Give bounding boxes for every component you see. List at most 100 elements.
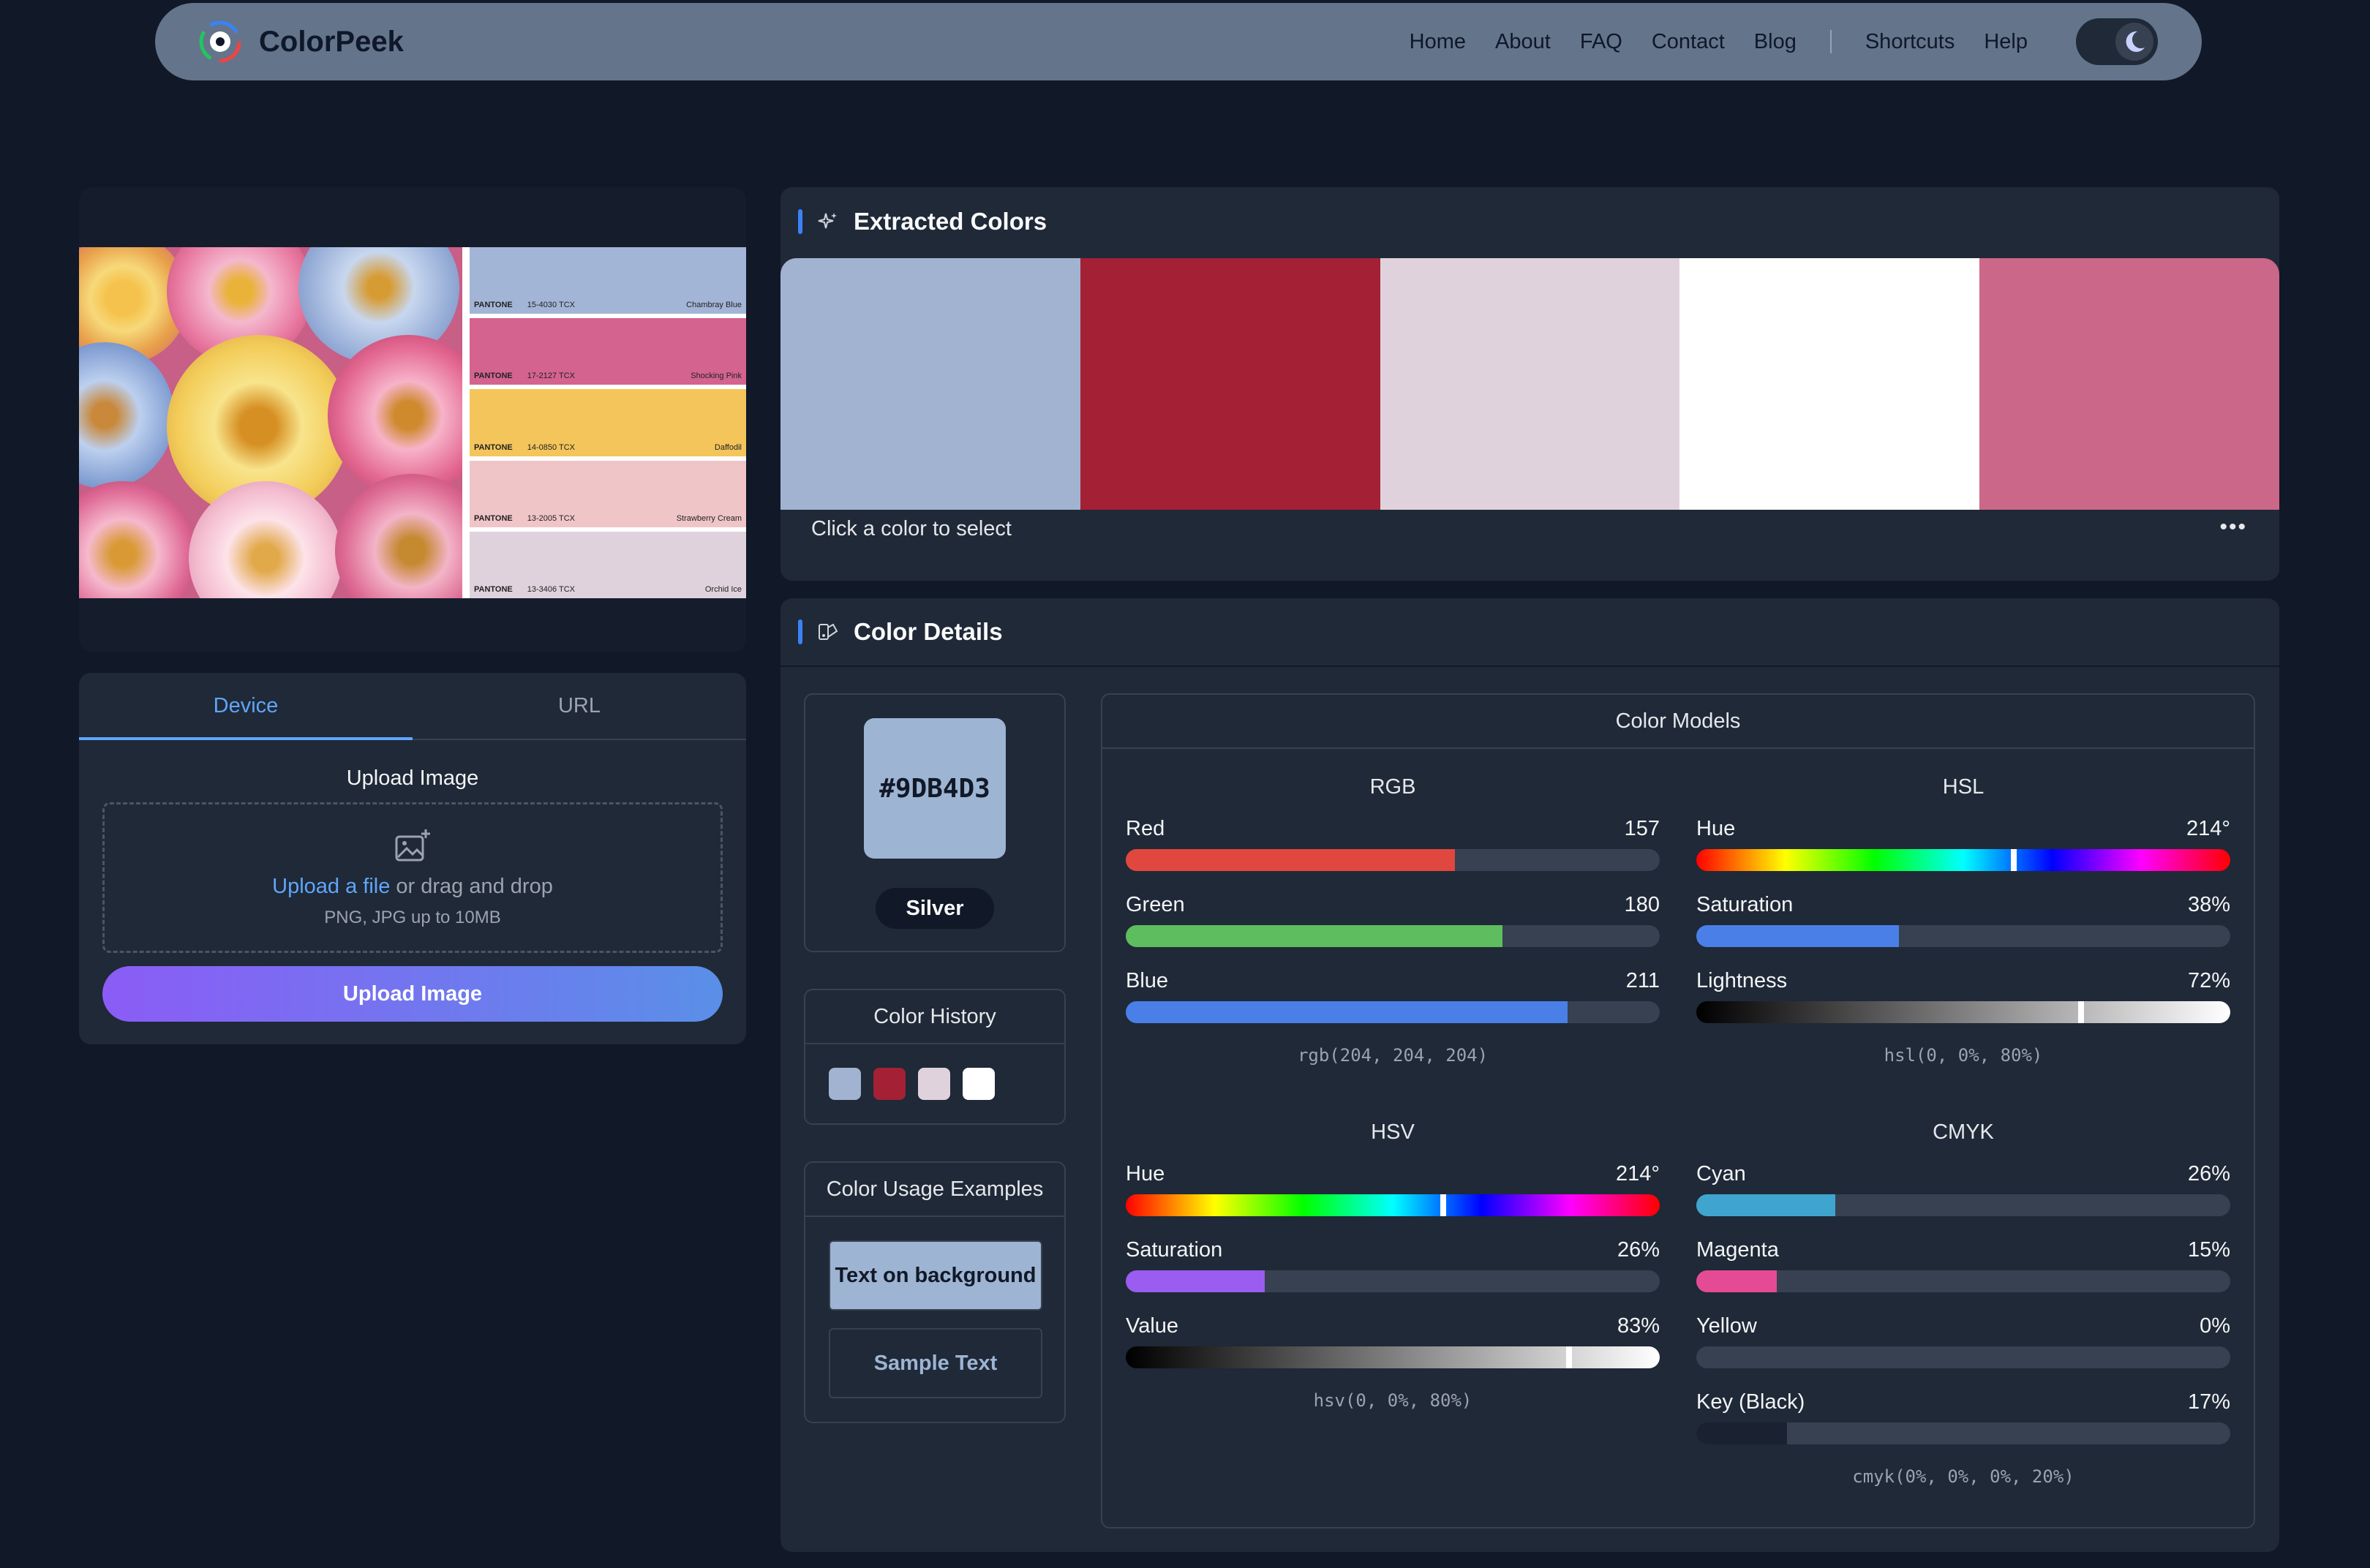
cmyk-model: CMYK Cyan 26% Magenta 15% Yellow 0% Key …	[1696, 1120, 2230, 1487]
rgb-title: RGB	[1369, 775, 1416, 799]
nav-shortcuts[interactable]: Shortcuts	[1865, 30, 1955, 54]
color-models-card: Color Models RGB Red 157 Green 180 Blue …	[1101, 693, 2255, 1529]
accent-bar	[798, 619, 802, 644]
history-swatch[interactable]	[829, 1068, 861, 1100]
hsv-saturation-bar: Saturation 26%	[1126, 1238, 1660, 1314]
palette-icon	[819, 623, 838, 640]
hsv-code[interactable]: hsv(0, 0%, 80%)	[1126, 1390, 1660, 1411]
cyan-fill	[1696, 1194, 1835, 1216]
extracted-header: Extracted Colors	[780, 187, 2279, 256]
pantone-chip: PANTONE 14-0850 TCX Daffodil	[470, 389, 746, 456]
hsl-code[interactable]: hsl(0, 0%, 80%)	[1696, 1045, 2230, 1066]
pantone-chip: PANTONE 15-4030 TCX Chambray Blue	[470, 247, 746, 314]
key-bar: Key (Black) 17%	[1696, 1390, 2230, 1466]
green-fill	[1126, 925, 1503, 947]
rgb-code[interactable]: rgb(204, 204, 204)	[1126, 1045, 1660, 1066]
color-history-card: Color History	[804, 989, 1066, 1125]
color-swatch[interactable]	[780, 258, 1080, 510]
tab-device[interactable]: Device	[79, 673, 413, 740]
pantone-name: Strawberry Cream	[676, 513, 742, 523]
history-list	[805, 1044, 1064, 1100]
blue-fill	[1126, 1001, 1568, 1023]
extracted-colors-card: Extracted Colors Click a color to select…	[780, 187, 2279, 581]
swatch-strip	[780, 258, 2279, 510]
yellow-bar: Yellow 0%	[1696, 1314, 2230, 1390]
value-marker[interactable]	[1565, 1346, 1572, 1368]
color-swatch[interactable]	[1979, 258, 2279, 510]
color-swatch[interactable]	[1080, 258, 1380, 510]
hue-marker[interactable]	[2010, 849, 2017, 871]
hsv-value-bar: Value 83%	[1126, 1314, 1660, 1390]
hsl-title: HSL	[1942, 775, 1985, 799]
accent-bar	[798, 209, 802, 234]
logo-icon	[199, 20, 241, 63]
pantone-code: PANTONE 13-2005 TCX	[474, 513, 575, 523]
color-swatch[interactable]	[1380, 258, 1680, 510]
lightness-marker[interactable]	[2077, 1001, 2084, 1023]
nav-links: Home About FAQ Contact Blog Shortcuts He…	[1380, 18, 2158, 65]
pantone-name: Orchid Ice	[704, 585, 742, 595]
nav-home[interactable]: Home	[1410, 30, 1466, 54]
hsv-hue-bar: Hue 214°	[1126, 1162, 1660, 1238]
red-bar: Red 157	[1126, 817, 1660, 893]
nav-contact[interactable]: Contact	[1652, 30, 1725, 54]
usage-title: Color Usage Examples	[805, 1163, 1064, 1217]
nav-divider	[1829, 30, 1832, 53]
hsl-hue-bar: Hue 214°	[1696, 817, 2230, 893]
nav-help[interactable]: Help	[1984, 30, 2028, 54]
upload-image-button[interactable]: Upload Image	[102, 966, 723, 1022]
hue-marker[interactable]	[1440, 1194, 1446, 1216]
pantone-chip: PANTONE 17-2127 TCX Shocking Pink	[470, 318, 746, 385]
hsv-title: HSV	[1371, 1120, 1415, 1144]
selected-swatch[interactable]: #9DB4D3	[864, 718, 1006, 859]
pantone-code: PANTONE 15-4030 TCX	[474, 301, 575, 310]
image-add-icon	[395, 829, 430, 861]
details-header: Color Details	[780, 598, 2279, 667]
pantone-chip: PANTONE 13-3406 TCX Orchid Ice	[470, 531, 746, 599]
hsv-model: HSV Hue 214° Saturation 26% Value 83% hs…	[1126, 1120, 1660, 1411]
history-swatch[interactable]	[873, 1068, 906, 1100]
nav-faq[interactable]: FAQ	[1580, 30, 1622, 54]
cyan-bar: Cyan 26%	[1696, 1162, 2230, 1238]
nav-about[interactable]: About	[1495, 30, 1551, 54]
color-swatch[interactable]	[1679, 258, 1980, 510]
image-preview-panel: PANTONE 15-4030 TCX Chambray Blue PANTONE…	[79, 187, 746, 652]
hsl-saturation-bar: Saturation 38%	[1696, 893, 2230, 969]
pantone-code: PANTONE 17-2127 TCX	[474, 372, 575, 381]
upload-label: Upload Image	[346, 766, 479, 790]
pantone-code: PANTONE 14-0850 TCX	[474, 442, 575, 452]
selected-color-card: #9DB4D3 Silver	[804, 693, 1066, 952]
pantone-name: Chambray Blue	[686, 301, 742, 310]
red-fill	[1126, 849, 1455, 871]
color-details-card: Color Details #9DB4D3 Silver Color Histo…	[780, 598, 2279, 1552]
sparkles-icon	[818, 213, 837, 229]
dropzone[interactable]: Upload a file or drag and drop PNG, JPG …	[102, 802, 723, 953]
pantone-code: PANTONE 13-3406 TCX	[474, 585, 575, 595]
select-hint: Click a color to select	[811, 517, 1012, 540]
more-options-icon[interactable]: •••	[2219, 515, 2247, 540]
pantone-name: Daffodil	[714, 442, 742, 452]
hsl-model: HSL Hue 214° Saturation 38% Lightness 72…	[1696, 775, 2230, 1066]
navbar: ColorPeek Home About FAQ Contact Blog Sh…	[155, 3, 2202, 80]
history-title: Color History	[805, 990, 1064, 1044]
color-name-badge: Silver	[876, 888, 994, 929]
tab-url[interactable]: URL	[413, 673, 746, 739]
history-swatch[interactable]	[918, 1068, 950, 1100]
upload-panel: Device URL Upload Image Upload a file or…	[79, 673, 746, 1044]
details-title: Color Details	[854, 618, 1003, 645]
pantone-palette: PANTONE 15-4030 TCX Chambray Blue PANTONE…	[462, 247, 746, 599]
saturation-fill	[1696, 925, 1900, 947]
upload-file-link[interactable]: Upload a file	[272, 875, 390, 898]
blue-bar: Blue 211	[1126, 969, 1660, 1045]
magenta-fill	[1696, 1270, 1777, 1292]
history-swatch[interactable]	[963, 1068, 995, 1100]
usage-background-example: Text on background	[829, 1240, 1042, 1311]
cmyk-title: CMYK	[1933, 1120, 1994, 1144]
theme-toggle[interactable]	[2076, 18, 2158, 65]
color-usage-card: Color Usage Examples Text on background …	[804, 1161, 1066, 1423]
flowers-photo	[79, 247, 462, 598]
cmyk-code[interactable]: cmyk(0%, 0%, 0%, 20%)	[1696, 1466, 2230, 1487]
nav-blog[interactable]: Blog	[1754, 30, 1797, 54]
brand-name[interactable]: ColorPeek	[259, 26, 404, 59]
hsl-lightness-bar: Lightness 72%	[1696, 969, 2230, 1045]
